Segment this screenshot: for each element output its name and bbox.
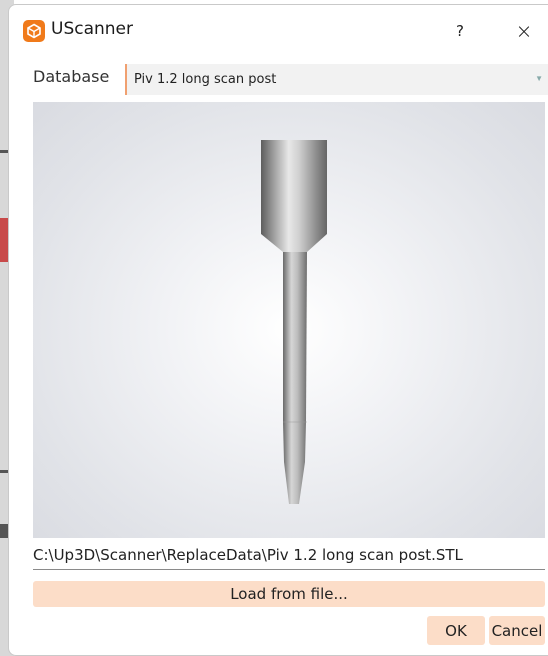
chevron-down-icon[interactable]: ▼	[535, 74, 543, 83]
database-label: Database	[33, 67, 110, 86]
model-preview-viewport[interactable]	[33, 102, 545, 538]
uscanner-app-icon	[23, 20, 45, 42]
database-selected-value: Piv 1.2 long scan post	[134, 72, 277, 87]
title-bar: UScanner ? ×	[9, 5, 548, 53]
uscanner-dialog: UScanner ? × Database Piv 1.2 long scan …	[8, 4, 548, 656]
database-select[interactable]: Piv 1.2 long scan post ▼	[125, 64, 548, 95]
model-top-cylinder	[261, 140, 327, 234]
model-taper	[261, 234, 327, 252]
help-button[interactable]: ?	[440, 17, 480, 45]
cancel-button[interactable]: Cancel	[489, 616, 545, 645]
window-title: UScanner	[51, 19, 133, 39]
scan-post-model	[261, 140, 327, 504]
file-path-field[interactable]: C:\Up3D\Scanner\ReplaceData\Piv 1.2 long…	[33, 546, 545, 570]
close-button[interactable]: ×	[504, 17, 544, 45]
model-shaft	[283, 252, 307, 504]
load-from-file-button[interactable]: Load from file...	[33, 581, 545, 607]
ok-button[interactable]: OK	[427, 616, 485, 645]
